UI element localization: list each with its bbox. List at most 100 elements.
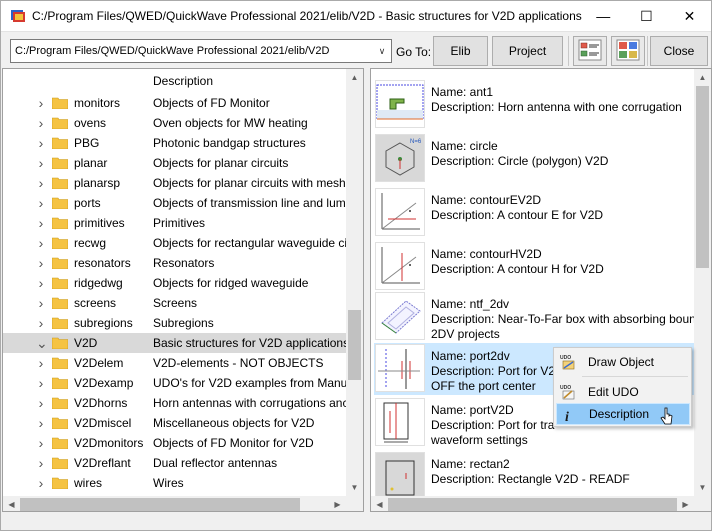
scroll-right-icon[interactable]: ▶ — [329, 496, 346, 511]
folder-name: ridgedwg — [74, 276, 123, 290]
list-vertical-scrollbar[interactable]: ▲ ▼ — [694, 69, 711, 496]
scroll-left-icon[interactable]: ◀ — [371, 496, 388, 511]
description-column-header[interactable]: Description — [153, 74, 213, 88]
folder-icon — [51, 337, 69, 350]
scroll-down-icon[interactable]: ▼ — [694, 479, 711, 496]
chevron-right-icon[interactable]: › — [36, 253, 46, 273]
tree-row-V2Dreflant[interactable]: › V2Dreflant Dual reflector antennas — [3, 453, 348, 473]
chevron-right-icon[interactable]: › — [36, 393, 46, 413]
scroll-right-icon[interactable]: ▶ — [677, 496, 694, 511]
folder-description: Objects for planar circuits — [153, 156, 289, 170]
box-thumbnail — [375, 292, 425, 340]
view-details-button[interactable] — [573, 36, 607, 66]
details-view-icon — [578, 39, 602, 64]
polygon-thumbnail: N=6 — [375, 134, 425, 182]
tree-row-V2Delem[interactable]: › V2Delem V2D-elements - NOT OBJECTS — [3, 353, 348, 373]
tree-row-ports[interactable]: › ports Objects of transmission line and l… — [3, 193, 348, 213]
view-icons-button[interactable] — [611, 36, 645, 66]
scroll-up-icon[interactable]: ▲ — [346, 69, 363, 86]
menu-item-edit-udo[interactable]: UDO Edit UDO — [556, 381, 690, 403]
icons-view-icon — [616, 39, 640, 64]
title-bar[interactable]: C:/Program Files/QWED/QuickWave Professi… — [1, 1, 711, 31]
tree-vertical-scrollbar[interactable]: ▲ ▼ — [346, 69, 363, 496]
item-description-continued: 2DV projects — [431, 327, 500, 341]
chevron-right-icon[interactable]: › — [36, 133, 46, 153]
tree-row-planarsp[interactable]: › planarsp Objects for planar circuits wit… — [3, 173, 348, 193]
polygon-label: N=6 — [410, 139, 422, 145]
tree-row-V2Dhorns[interactable]: › V2Dhorns Horn antennas with corrugations… — [3, 393, 348, 413]
folder-name: monitors — [74, 96, 121, 110]
chevron-right-icon[interactable]: › — [36, 413, 46, 433]
chevron-right-icon[interactable]: › — [36, 233, 46, 253]
folder-icon — [51, 137, 69, 150]
chevron-right-icon[interactable]: › — [36, 373, 46, 393]
project-button[interactable]: Project — [492, 36, 563, 66]
info-icon: i — [561, 407, 577, 425]
folder-tree[interactable]: Description › monitors Objects of FD Monit… — [2, 68, 364, 512]
chevron-right-icon[interactable]: › — [36, 473, 46, 493]
chevron-right-icon[interactable]: › — [36, 273, 46, 293]
menu-item-draw-object[interactable]: UDO Draw Object — [556, 351, 690, 373]
maximize-button[interactable]: ☐ — [625, 1, 668, 31]
tree-row-primitives[interactable]: › primitives Primitives — [3, 213, 348, 233]
tree-row-V2Dmonitors[interactable]: › V2Dmonitors Objects of FD Monitor for V2… — [3, 433, 348, 453]
folder-name: ovens — [74, 116, 107, 130]
tree-row-monitors[interactable]: › monitors Objects of FD Monitor — [3, 93, 348, 113]
folder-icon — [51, 257, 69, 270]
chevron-right-icon[interactable]: › — [36, 173, 46, 193]
object-list[interactable]: Name: ant1 Description: Horn antenna wit… — [370, 68, 712, 512]
chevron-right-icon[interactable]: › — [36, 93, 46, 113]
tree-row-PBG[interactable]: › PBG Photonic bandgap structures — [3, 133, 348, 153]
chevron-down-icon[interactable]: ∨ — [376, 40, 388, 62]
tree-horizontal-scrollbar[interactable]: ◀ ▶ — [3, 496, 346, 511]
list-horizontal-scrollbar[interactable]: ◀ ▶ — [371, 496, 694, 511]
chevron-right-icon[interactable]: › — [36, 313, 46, 333]
minimize-button[interactable]: — — [582, 1, 625, 31]
chevron-right-icon[interactable]: › — [36, 193, 46, 213]
chevron-right-icon[interactable]: › — [36, 353, 46, 373]
list-item[interactable]: Name: ant1 Description: Horn antenna wit… — [374, 79, 694, 131]
scroll-thumb[interactable] — [348, 310, 361, 380]
tree-row-V2Dmiscel[interactable]: › V2Dmiscel Miscellaneous objects for V2D — [3, 413, 348, 433]
tree-row-V2Dexamp[interactable]: › V2Dexamp UDO's for V2D examples from Man… — [3, 373, 348, 393]
tree-row-resonators[interactable]: › resonators Resonators — [3, 253, 348, 273]
scroll-down-icon[interactable]: ▼ — [346, 479, 363, 496]
tree-row-screens[interactable]: › screens Screens — [3, 293, 348, 313]
tree-row-V2D[interactable]: ⌄ V2D Basic structures for V2D application… — [3, 333, 348, 353]
tree-row-planar[interactable]: › planar Objects for planar circuits — [3, 153, 348, 173]
scroll-left-icon[interactable]: ◀ — [3, 496, 20, 511]
item-description: Description: Port for tra — [431, 418, 555, 432]
scroll-thumb[interactable] — [20, 498, 300, 511]
folder-description: V2D-elements - NOT OBJECTS — [153, 356, 324, 370]
chevron-down-icon[interactable]: ⌄ — [36, 336, 48, 350]
tree-row-ovens[interactable]: › ovens Oven objects for MW heating — [3, 113, 348, 133]
folder-description: Primitives — [153, 216, 206, 230]
scroll-thumb[interactable] — [388, 498, 677, 511]
axes-thumbnail — [375, 242, 425, 290]
path-combobox[interactable]: C:/Program Files/QWED/QuickWave Professi… — [10, 39, 392, 63]
chevron-right-icon[interactable]: › — [36, 453, 46, 473]
folder-name: ports — [74, 196, 101, 210]
chevron-right-icon[interactable]: › — [36, 433, 46, 453]
tree-row-wires[interactable]: › wires Wires — [3, 473, 348, 493]
folder-description: Objects for planar circuits with mesh — [153, 176, 346, 190]
list-item[interactable]: Name: ntf_2dv Description: Near-To-Far b… — [374, 291, 696, 343]
scroll-up-icon[interactable]: ▲ — [694, 69, 711, 86]
chevron-right-icon[interactable]: › — [36, 153, 46, 173]
close-window-button[interactable]: ✕ — [668, 1, 711, 31]
scroll-thumb[interactable] — [696, 86, 709, 268]
close-button[interactable]: Close — [650, 36, 708, 66]
horn-thumbnail — [375, 80, 425, 128]
list-item[interactable]: Name: contourEV2D Description: A contour… — [374, 187, 694, 239]
elib-button[interactable]: Elib — [433, 36, 488, 66]
chevron-right-icon[interactable]: › — [36, 113, 46, 133]
list-item[interactable]: Name: contourHV2D Description: A contour… — [374, 241, 694, 293]
folder-icon — [51, 397, 69, 410]
chevron-right-icon[interactable]: › — [36, 293, 46, 313]
list-item[interactable]: N=6 Name: circle Description: Circle (po… — [374, 133, 694, 185]
window-title: C:/Program Files/QWED/QuickWave Professi… — [32, 9, 582, 23]
tree-row-subregions[interactable]: › subregions Subregions — [3, 313, 348, 333]
tree-row-ridgedwg[interactable]: › ridgedwg Objects for ridged waveguide — [3, 273, 348, 293]
chevron-right-icon[interactable]: › — [36, 213, 46, 233]
tree-row-recwg[interactable]: › recwg Objects for rectangular waveguide … — [3, 233, 348, 253]
